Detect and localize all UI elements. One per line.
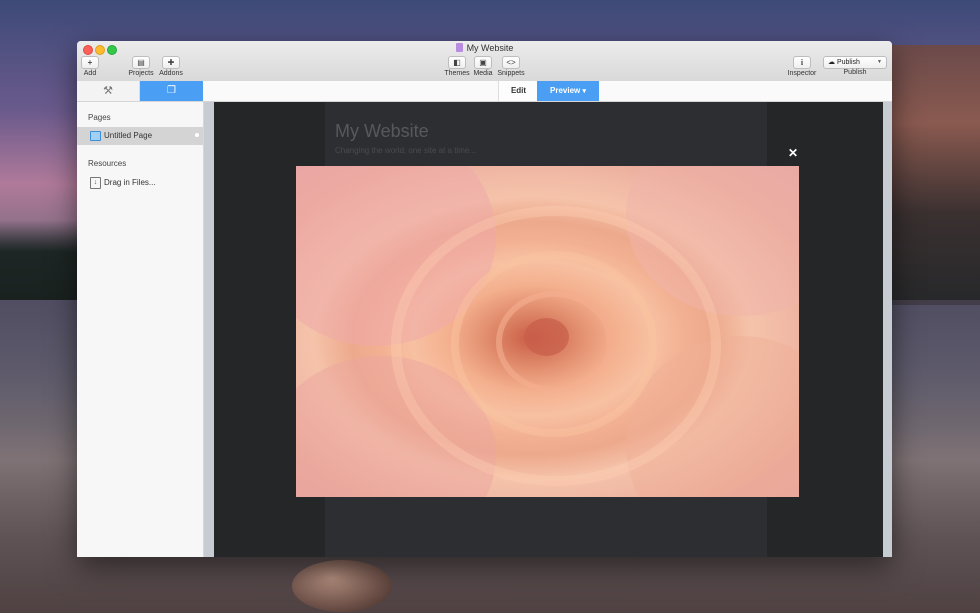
desktop-trees <box>0 220 80 300</box>
tab-pages[interactable]: ❐ <box>140 81 203 101</box>
themes-button[interactable]: ◧ Themes <box>444 56 470 77</box>
add-label: Add <box>83 70 97 77</box>
cloud-icon: ☁ <box>828 59 835 66</box>
addons-label: Addons <box>159 70 183 77</box>
inspector-button[interactable]: i Inspector <box>786 56 818 77</box>
publish-label: Publish <box>843 69 867 76</box>
window-title: My Website <box>77 43 892 53</box>
addons-button[interactable]: ✚ Addons <box>158 56 184 77</box>
resources-heading: Resources <box>88 159 127 168</box>
media-label: Media <box>473 70 493 77</box>
sidebar: Pages Untitled Page Resources ↓ Drag in … <box>77 102 204 557</box>
sidebar-divider[interactable] <box>204 102 214 557</box>
plus-icon: + <box>81 56 99 69</box>
sidebar-item-label: Untitled Page <box>104 131 153 140</box>
pages-icon: ❐ <box>167 85 176 96</box>
close-icon[interactable]: ✕ <box>788 146 798 160</box>
chevron-down-icon: ▾ <box>582 88 586 95</box>
preview-button[interactable]: Preview ▾ <box>537 81 599 101</box>
chevron-down-icon[interactable]: ▼ <box>877 57 882 68</box>
lightbox-image <box>296 166 799 497</box>
preview-area: My Website Changing the world, one site … <box>214 102 883 557</box>
wrench-icon: ⚒ <box>103 85 113 97</box>
pages-heading: Pages <box>88 113 111 122</box>
media-icon: ▣ <box>474 56 492 69</box>
desktop-mountain <box>885 45 980 305</box>
drag-in-files-label[interactable]: Drag in Files... <box>104 178 156 187</box>
download-icon: ↓ <box>90 177 101 189</box>
snippets-label: Snippets <box>497 70 525 77</box>
document-icon <box>455 43 463 52</box>
sidebar-item-untitled-page[interactable]: Untitled Page <box>77 127 203 145</box>
projects-label: Projects <box>128 70 154 77</box>
window-title-text: My Website <box>466 43 514 53</box>
snippets-button[interactable]: <> Snippets <box>497 56 525 77</box>
projects-button[interactable]: ▤ Projects <box>127 56 155 77</box>
scrollbar[interactable] <box>883 102 892 557</box>
mode-bar: ⚒ ❐ Edit Preview ▾ <box>77 81 892 102</box>
preview-label: Preview <box>550 86 581 95</box>
themes-label: Themes <box>444 70 470 77</box>
edit-button[interactable]: Edit <box>498 81 538 101</box>
desktop-rock <box>292 560 392 612</box>
addons-icon: ✚ <box>162 56 180 69</box>
status-dot <box>195 133 199 137</box>
page-icon <box>90 131 101 141</box>
add-button[interactable]: + Add <box>81 56 99 77</box>
snippets-icon: <> <box>502 56 520 69</box>
themes-icon: ◧ <box>448 56 466 69</box>
media-button[interactable]: ▣ Media <box>472 56 494 77</box>
tab-settings[interactable]: ⚒ <box>77 81 140 101</box>
title-bar: My Website + Add ▤ Projects ✚ Addons ◧ T… <box>77 41 892 82</box>
inspector-label: Inspector <box>787 70 817 77</box>
info-icon: i <box>793 56 811 69</box>
app-window: My Website + Add ▤ Projects ✚ Addons ◧ T… <box>77 41 892 557</box>
publish-button-label: Publish <box>836 59 860 66</box>
publish-button[interactable]: ☁ Publish ▼ <box>823 56 887 69</box>
projects-icon: ▤ <box>132 56 150 69</box>
